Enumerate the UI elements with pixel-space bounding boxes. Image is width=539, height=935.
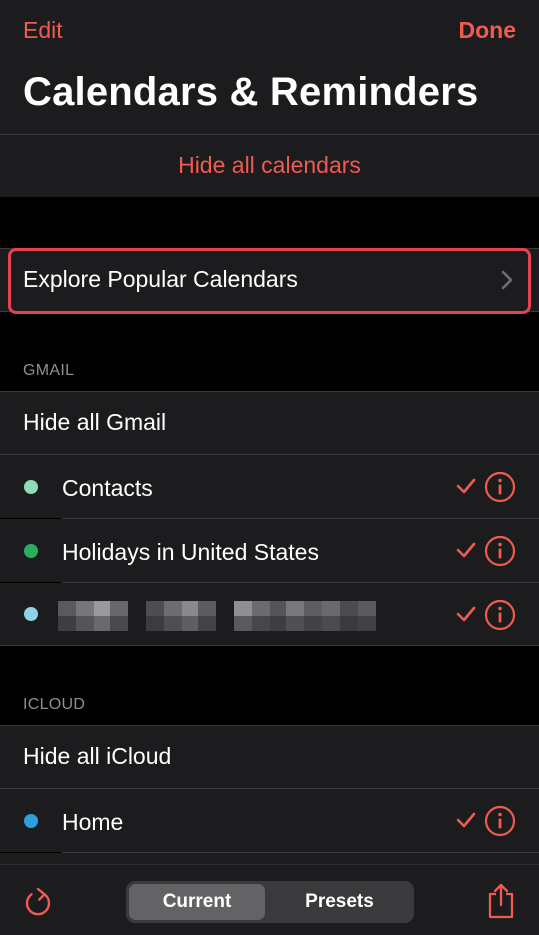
hide-all-calendars-button[interactable]: Hide all calendars [0, 135, 539, 197]
bottom-toolbar: Current Presets [0, 864, 539, 935]
calendar-color-dot [24, 607, 38, 621]
calendar-row-holidays[interactable]: Holidays in United States [0, 519, 539, 582]
view-segmented-control: Current Presets [126, 881, 414, 923]
checkmark-icon [456, 478, 476, 494]
calendar-color-dot [24, 480, 38, 494]
checkmark-icon [456, 542, 476, 558]
checkmark-icon [456, 812, 476, 828]
info-icon[interactable] [484, 535, 516, 567]
edit-button[interactable]: Edit [23, 17, 63, 44]
section-header-icloud: ICLOUD [23, 696, 86, 713]
hide-all-gmail-row[interactable]: Hide all Gmail [0, 392, 539, 454]
segment-presets[interactable]: Presets [268, 884, 411, 920]
redacted-calendar-name [58, 601, 376, 631]
calendar-name: Contacts [62, 475, 153, 501]
info-icon[interactable] [484, 599, 516, 631]
segment-current[interactable]: Current [129, 884, 265, 920]
page-title: Calendars & Reminders [23, 70, 479, 114]
refresh-icon[interactable] [22, 885, 54, 919]
done-button[interactable]: Done [459, 17, 517, 44]
hide-all-icloud-label: Hide all iCloud [23, 743, 172, 769]
explore-popular-calendars-row[interactable]: Explore Popular Calendars [0, 249, 539, 311]
chevron-right-icon [501, 270, 513, 290]
calendar-color-dot [24, 544, 38, 558]
share-icon[interactable] [485, 882, 517, 920]
section-header-gmail: GMAIL [23, 362, 75, 379]
info-icon[interactable] [484, 805, 516, 837]
hide-all-calendars-label: Hide all calendars [178, 152, 361, 178]
navigation-header: Edit Done Calendars & Reminders [0, 0, 539, 134]
calendar-color-dot [24, 814, 38, 828]
explore-popular-calendars-label: Explore Popular Calendars [23, 266, 298, 292]
divider [0, 645, 539, 646]
calendar-name: Holidays in United States [62, 539, 319, 565]
calendar-row-home[interactable]: Home [0, 789, 539, 852]
calendar-row-redacted[interactable] [0, 583, 539, 645]
calendar-row-contacts[interactable]: Contacts [0, 455, 539, 518]
info-icon[interactable] [484, 471, 516, 503]
hide-all-icloud-row[interactable]: Hide all iCloud [0, 726, 539, 788]
checkmark-icon [456, 606, 476, 622]
hide-all-gmail-label: Hide all Gmail [23, 409, 167, 435]
divider [0, 311, 539, 312]
calendar-name: Home [62, 809, 124, 835]
